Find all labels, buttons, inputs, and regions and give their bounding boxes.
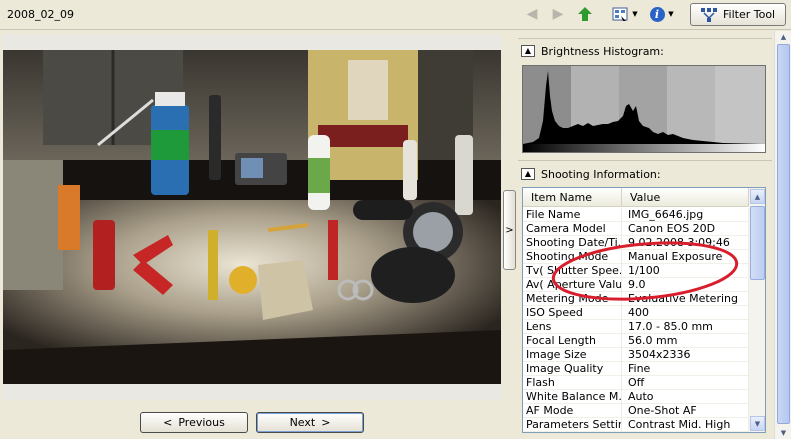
scroll-up-icon[interactable]: ▲ [750, 189, 765, 204]
info-panel: ▲ Brightness Histogram: ▲ Shooting Infor… [518, 31, 791, 439]
brightness-histogram [522, 65, 766, 153]
table-row[interactable]: Parameters Settin...Contrast Mid. High [523, 418, 749, 432]
table-scrollbar[interactable]: ▲ ▼ [749, 188, 765, 432]
cell-item-name: Shooting Mode [523, 250, 622, 264]
chevron-right-icon: > [321, 416, 331, 429]
column-header-item-name[interactable]: Item Name [523, 188, 622, 207]
filter-icon [700, 7, 718, 23]
cell-value: 9.0 [622, 278, 749, 292]
chevron-left-icon: < [163, 416, 173, 429]
table-row[interactable]: AF Mode One-Shot AF [523, 404, 749, 418]
cell-item-name: Image Size [523, 348, 622, 362]
histogram-section-header[interactable]: ▲ Brightness Histogram: [521, 42, 771, 60]
table-row[interactable]: Metering Mode Evaluative Metering [523, 292, 749, 306]
column-header-value[interactable]: Value [622, 188, 749, 207]
forward-arrow-icon[interactable]: ▶ [548, 4, 568, 24]
table-row[interactable]: Focal Length 56.0 mm [523, 334, 749, 348]
table-row[interactable]: Image Quality Fine [523, 362, 749, 376]
table-row[interactable]: Image Size 3504x2336 [523, 348, 749, 362]
collapse-icon[interactable]: ▲ [521, 168, 535, 180]
next-label: Next [289, 416, 316, 429]
cell-item-name: File Name [523, 208, 622, 222]
scroll-down-icon[interactable]: ▼ [750, 416, 765, 431]
cell-item-name: Av( Aperture Valu... [523, 278, 622, 292]
scroll-thumb[interactable] [750, 206, 765, 280]
cell-item-name: Flash [523, 376, 622, 390]
cell-item-name: Parameters Settin... [523, 418, 622, 432]
filter-tool-label: Filter Tool [723, 8, 776, 21]
cell-value: Manual Exposure [622, 250, 749, 264]
next-button[interactable]: Next > [256, 412, 364, 433]
panel-splitter-handle[interactable]: > [503, 190, 516, 270]
cell-item-name: White Balance M... [523, 390, 622, 404]
table-body: File Name IMG_6646.jpg Camera Model Canon E… [523, 208, 749, 432]
scroll-thumb[interactable] [777, 44, 790, 424]
table-row[interactable]: Tv( Shutter Spee... 1/100 [523, 264, 749, 278]
cell-item-name: Focal Length [523, 334, 622, 348]
cell-item-name: Lens [523, 320, 622, 334]
shooting-info-section-header[interactable]: ▲ Shooting Information: [521, 165, 771, 183]
cell-value: Contrast Mid. High [622, 418, 749, 432]
shooting-info-table: Item Name Value File Name IMG_6646.jpg Cam… [522, 187, 766, 433]
cell-item-name: Tv( Shutter Spee... [523, 264, 622, 278]
photo-image[interactable] [3, 50, 501, 384]
cell-item-name: Image Quality [523, 362, 622, 376]
top-toolbar: 2008_02_09 ◀ ▶ ▼ i ▼ Filter Tool [0, 0, 791, 30]
cell-value: One-Shot AF [622, 404, 749, 418]
table-row[interactable]: Shooting Mode Manual Exposure [523, 250, 749, 264]
photo-viewer: < Previous Next > [2, 32, 502, 439]
scroll-up-icon[interactable]: ▲ [776, 31, 791, 43]
cell-value: Fine [622, 362, 749, 376]
cell-value: 9.02.2008 3:09:46 [622, 236, 749, 250]
cell-value: 17.0 - 85.0 mm [622, 320, 749, 334]
shooting-info-title: Shooting Information: [541, 167, 661, 181]
view-mode-icon[interactable] [611, 4, 629, 24]
section-divider [518, 160, 772, 161]
table-header: Item Name Value [523, 188, 749, 207]
info-icon[interactable]: i [648, 4, 666, 24]
cell-value: 1/100 [622, 264, 749, 278]
filter-tool-button[interactable]: Filter Tool [690, 3, 786, 26]
view-mode-dropdown-icon[interactable]: ▼ [630, 4, 640, 24]
table-row[interactable]: ISO Speed 400 [523, 306, 749, 320]
cell-value: Off [622, 376, 749, 390]
previous-button[interactable]: < Previous [140, 412, 248, 433]
table-row[interactable]: Lens 17.0 - 85.0 mm [523, 320, 749, 334]
back-arrow-icon[interactable]: ◀ [522, 4, 542, 24]
section-divider [518, 31, 772, 39]
previous-label: Previous [178, 416, 225, 429]
table-row[interactable]: Shooting Date/Ti... 9.02.2008 3:09:46 [523, 236, 749, 250]
table-row[interactable]: Flash Off [523, 376, 749, 390]
cell-value: 3504x2336 [622, 348, 749, 362]
up-arrow-icon[interactable] [575, 4, 595, 24]
collapse-icon[interactable]: ▲ [521, 45, 535, 57]
cell-item-name: Shooting Date/Ti... [523, 236, 622, 250]
photo-frame [3, 34, 501, 400]
chevron-right-icon: > [505, 224, 514, 236]
histogram-title: Brightness Histogram: [541, 44, 664, 58]
cell-value: Evaluative Metering [622, 292, 749, 306]
cell-value: Canon EOS 20D [622, 222, 749, 236]
cell-value: 56.0 mm [622, 334, 749, 348]
info-dropdown-icon[interactable]: ▼ [666, 4, 676, 24]
scroll-down-icon[interactable]: ▼ [776, 427, 791, 439]
cell-item-name: Metering Mode [523, 292, 622, 306]
histogram-gradient-bar [522, 144, 766, 153]
folder-title: 2008_02_09 [7, 8, 74, 21]
panel-scrollbar[interactable]: ▲ ▼ [774, 31, 791, 439]
cell-value: Auto [622, 390, 749, 404]
cell-value: IMG_6646.jpg [622, 208, 749, 222]
table-row[interactable]: White Balance M... Auto [523, 390, 749, 404]
cell-item-name: ISO Speed [523, 306, 622, 320]
table-row[interactable]: File Name IMG_6646.jpg [523, 208, 749, 222]
cell-item-name: AF Mode [523, 404, 622, 418]
table-row[interactable]: Av( Aperture Valu...9.0 [523, 278, 749, 292]
cell-item-name: Camera Model [523, 222, 622, 236]
cell-value: 400 [622, 306, 749, 320]
table-row[interactable]: Camera Model Canon EOS 20D [523, 222, 749, 236]
